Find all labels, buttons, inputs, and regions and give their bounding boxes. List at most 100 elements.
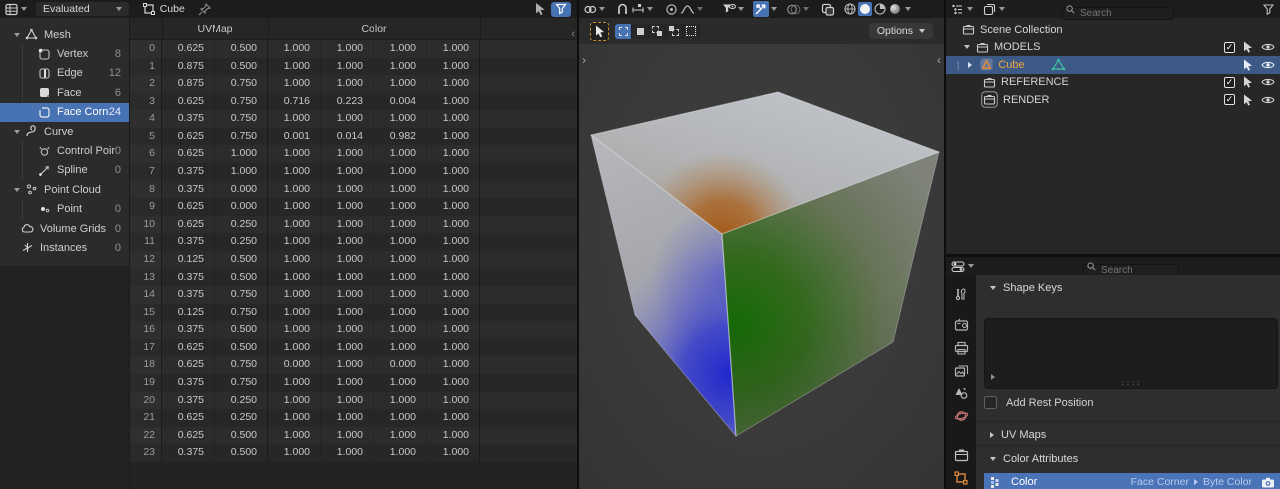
select-mode-subtract[interactable] — [649, 23, 666, 39]
cube-mesh[interactable] — [579, 44, 944, 489]
snapping-target-button[interactable] — [583, 3, 605, 16]
outliner-search[interactable] — [1062, 3, 1174, 20]
viewport-canvas[interactable]: › ‹ — [579, 44, 944, 489]
selectable-icon[interactable] — [1242, 76, 1254, 88]
editor-type-button[interactable] — [946, 0, 978, 18]
properties-search[interactable] — [1083, 260, 1179, 277]
outliner-row-models[interactable]: MODELS ✓ — [946, 39, 1280, 57]
table-row[interactable]: 20 0.375 0.250 1.000 1.000 1.000 1.000 — [130, 391, 577, 410]
table-row[interactable]: 22 0.625 0.500 1.000 1.000 1.000 1.000 — [130, 426, 577, 445]
select-mode-intersect[interactable] — [683, 23, 700, 39]
table-row[interactable]: 5 0.625 0.750 0.001 0.014 0.982 1.000 — [130, 127, 577, 146]
table-row[interactable]: 19 0.375 0.750 1.000 1.000 1.000 1.000 — [130, 373, 577, 392]
list-resize-grip[interactable]: :::: — [1121, 379, 1142, 387]
exclude-checkbox[interactable]: ✓ — [1224, 94, 1235, 106]
table-row[interactable]: 23 0.375 0.500 1.000 1.000 1.000 1.000 — [130, 444, 577, 462]
outliner-row-cube[interactable]: | Cube — [946, 56, 1280, 74]
options-button[interactable]: Options — [868, 23, 933, 39]
tree-item-edge[interactable]: Edge 12 — [0, 63, 129, 84]
tab-collection[interactable] — [946, 444, 976, 467]
table-row[interactable]: 12 0.125 0.500 1.000 1.000 1.000 1.000 — [130, 250, 577, 269]
selectable-icon[interactable] — [1242, 41, 1254, 53]
table-row[interactable]: 13 0.375 0.500 1.000 1.000 1.000 1.000 — [130, 268, 577, 287]
wireframe-shading-icon[interactable] — [843, 2, 857, 16]
show-gizmo-button[interactable] — [722, 3, 744, 16]
filter-funnel-icon[interactable] — [1262, 3, 1275, 16]
table-row[interactable]: 21 0.625 0.250 1.000 1.000 1.000 1.000 — [130, 409, 577, 427]
rendered-shading-icon[interactable] — [888, 2, 902, 16]
tree-item-volume-grids[interactable]: Volume Grids 0 — [0, 219, 129, 238]
select-mode-extend[interactable] — [632, 23, 649, 39]
table-row[interactable]: 14 0.375 0.750 1.000 1.000 1.000 1.000 — [130, 286, 577, 304]
eye-icon[interactable] — [1261, 42, 1275, 52]
tree-item-point[interactable]: Point 0 — [0, 199, 129, 219]
tab-object[interactable] — [946, 466, 976, 489]
chevron-right-icon[interactable] — [968, 61, 973, 68]
active-tool-button[interactable] — [590, 21, 609, 41]
color-attribute-row[interactable]: Color Face Corner Byte Color — [984, 473, 1280, 489]
outliner-row-scene-collection[interactable]: Scene Collection — [946, 21, 1280, 39]
tree-item-spline[interactable]: Spline 0 — [0, 160, 129, 181]
datasource-dropdown[interactable]: Evaluated — [36, 2, 129, 16]
editor-type-button[interactable] — [0, 0, 32, 18]
select-mode-set[interactable] — [615, 23, 632, 39]
overlays-toggle-button[interactable] — [786, 3, 809, 16]
color-attributes-panel-header[interactable]: Color Attributes — [976, 449, 1280, 468]
list-expander[interactable] — [991, 367, 995, 385]
toolbar-expand-chevron[interactable]: › — [582, 54, 586, 66]
tree-item-face-corner[interactable]: Face Corner 24 — [0, 102, 129, 122]
tab-render[interactable] — [946, 314, 976, 337]
eye-icon[interactable] — [1261, 95, 1275, 105]
tree-item-face[interactable]: Face 6 — [0, 83, 129, 103]
render-camera-icon[interactable] — [1261, 477, 1275, 488]
select-mode-invert[interactable] — [666, 23, 683, 39]
tab-view-layer[interactable] — [946, 359, 976, 382]
gizmos-toggle-button[interactable] — [753, 1, 777, 17]
table-row[interactable]: 1 0.875 0.500 1.000 1.000 1.000 1.000 — [130, 57, 577, 76]
cursor-icon[interactable] — [534, 2, 547, 16]
tree-item-control-point[interactable]: Control Point 0 — [0, 141, 129, 161]
table-row[interactable]: 17 0.625 0.500 1.000 1.000 1.000 1.000 — [130, 338, 577, 357]
table-row[interactable]: 2 0.875 0.750 1.000 1.000 1.000 1.000 — [130, 75, 577, 93]
eye-icon[interactable] — [1261, 60, 1275, 70]
selectable-icon[interactable] — [1242, 94, 1254, 106]
filter-toggle-button[interactable] — [551, 1, 571, 17]
material-shading-icon[interactable] — [873, 2, 887, 16]
tree-item-vertex[interactable]: Vertex 8 — [0, 44, 129, 64]
chevron-down-icon[interactable] — [964, 45, 970, 50]
xray-toggle-button[interactable] — [821, 3, 835, 16]
table-row[interactable]: 7 0.375 1.000 1.000 1.000 1.000 1.000 — [130, 163, 577, 181]
shape-keys-list[interactable]: :::: — [984, 318, 1278, 389]
table-row[interactable]: 10 0.625 0.250 1.000 1.000 1.000 1.000 — [130, 215, 577, 234]
tab-scene[interactable] — [946, 382, 976, 405]
tree-item-mesh[interactable]: Mesh — [0, 25, 129, 44]
table-row[interactable]: 11 0.375 0.250 1.000 1.000 1.000 1.000 — [130, 233, 577, 251]
tree-item-point-cloud[interactable]: Point Cloud — [0, 180, 129, 199]
table-row[interactable]: 15 0.125 0.750 1.000 1.000 1.000 1.000 — [130, 303, 577, 322]
uv-maps-panel-header[interactable]: UV Maps — [976, 425, 1280, 444]
table-row[interactable]: 0 0.625 0.500 1.000 1.000 1.000 1.000 — [130, 40, 577, 58]
sidebar-expand-chevron[interactable]: ‹ — [937, 54, 941, 66]
selectable-icon[interactable] — [1242, 59, 1254, 71]
tab-output[interactable] — [946, 337, 976, 360]
table-row[interactable]: 3 0.625 0.750 0.716 0.223 0.004 1.000 — [130, 92, 577, 111]
tree-item-instances[interactable]: Instances 0 — [0, 238, 129, 257]
region-collapse-chevron[interactable]: ‹ — [571, 28, 575, 40]
table-row[interactable]: 8 0.375 0.000 1.000 1.000 1.000 1.000 — [130, 180, 577, 199]
tree-item-curve[interactable]: Curve — [0, 122, 129, 141]
tab-tool[interactable] — [946, 283, 976, 306]
exclude-checkbox[interactable]: ✓ — [1224, 76, 1235, 88]
table-row[interactable]: 4 0.375 0.750 1.000 1.000 1.000 1.000 — [130, 110, 577, 128]
table-row[interactable]: 6 0.625 1.000 1.000 1.000 1.000 1.000 — [130, 145, 577, 164]
table-row[interactable]: 9 0.625 0.000 1.000 1.000 1.000 1.000 — [130, 198, 577, 216]
drag-grip[interactable]: | — [957, 60, 959, 70]
shape-keys-panel-header[interactable]: Shape Keys — [976, 278, 1280, 297]
snap-toggle-button[interactable] — [616, 3, 653, 16]
exclude-checkbox[interactable]: ✓ — [1224, 41, 1235, 53]
eye-icon[interactable] — [1261, 77, 1275, 87]
display-mode-button[interactable] — [978, 0, 1010, 18]
editor-type-button[interactable] — [946, 257, 979, 275]
table-row[interactable]: 18 0.625 0.750 0.000 1.000 0.000 1.000 — [130, 356, 577, 374]
tab-world[interactable] — [946, 405, 976, 428]
table-row[interactable]: 16 0.375 0.500 1.000 1.000 1.000 1.000 — [130, 321, 577, 339]
